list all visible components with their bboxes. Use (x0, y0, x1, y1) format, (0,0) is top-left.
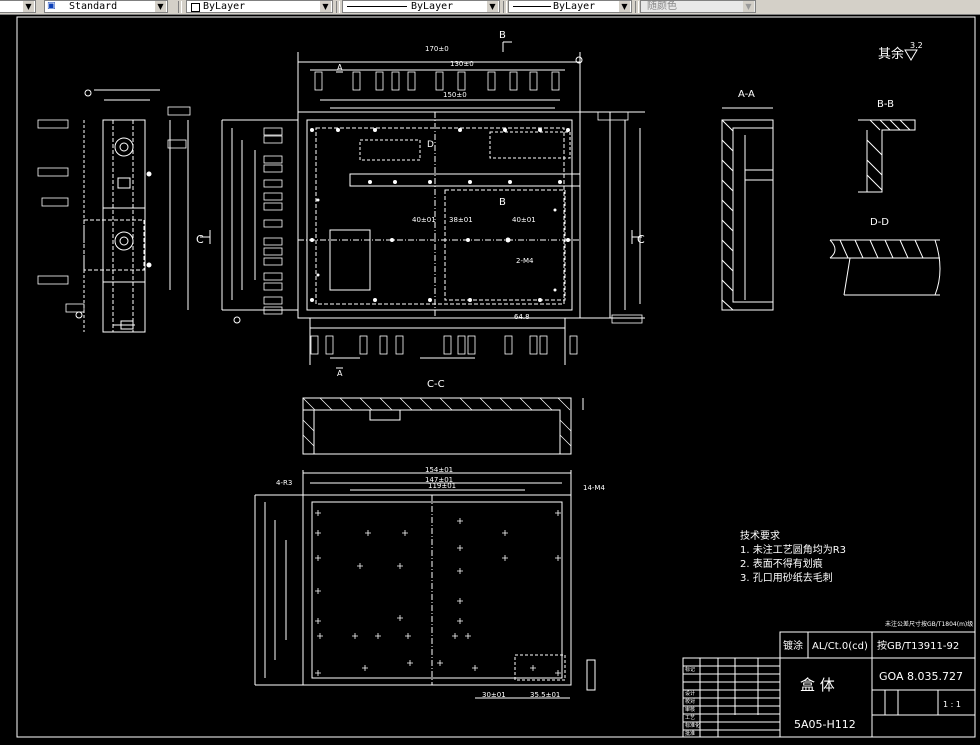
dim-label: 14-M4 (583, 484, 605, 492)
plot-style-select[interactable]: 随颜色 ▼ (640, 0, 756, 13)
chevron-down-icon: ▼ (743, 1, 754, 12)
standard-value: 按GB/T13911-92 (877, 639, 959, 652)
title-row-label: 标记 (685, 666, 695, 673)
tech-req-item: 1. 未注工艺圆角均为R3 (740, 543, 846, 556)
main-front-view (221, 52, 645, 365)
dim-label: 64.8 (514, 313, 530, 321)
scale-value: 1 : 1 (943, 700, 961, 709)
section-label-d-d: D-D (870, 217, 889, 228)
dim-label: 2-M4 (516, 257, 534, 265)
section-c-c (302, 397, 584, 455)
tech-req-item: 2. 表面不得有划痕 (740, 557, 823, 570)
section-marker-b-bottom: B (499, 197, 506, 208)
section-marker-a-bottom: A (337, 369, 343, 378)
toolbar-separator (336, 1, 340, 13)
dim-label: 150±0 (443, 91, 467, 99)
section-label-a-a: A-A (738, 89, 755, 100)
text-style-value: Standard (69, 1, 118, 12)
dim-label: 4-R3 (276, 479, 292, 487)
roughness-label: 其余 (878, 46, 904, 62)
section-marker-d: D (427, 140, 434, 150)
dim-label: 130±0 (450, 60, 474, 68)
drawing-canvas[interactable]: 其余 3.2 A-A B-B C-C D-D B B C C A A D 170… (15, 14, 980, 741)
linetype-value: ByLayer (411, 1, 454, 12)
chevron-down-icon: ▼ (23, 1, 34, 12)
linetype-select[interactable]: ByLayer ▼ (342, 0, 500, 13)
toolbar-separator (503, 1, 507, 13)
layer-select[interactable]: ByLayer ▼ (186, 0, 333, 13)
layer-value: ByLayer (203, 1, 246, 12)
title-row-label: 标准化 (685, 722, 700, 729)
dim-label: 154±01 (425, 466, 453, 474)
bottom-plan-view (254, 470, 596, 699)
text-style-icon: ▣ (47, 1, 56, 11)
section-label-b-b: B-B (877, 99, 894, 110)
drawing-number: GOA 8.035.727 (879, 670, 963, 683)
roughness-icon (904, 49, 918, 61)
section-marker-c-left: C (196, 233, 204, 246)
material-model: 5A05-H112 (794, 718, 856, 731)
left-side-view (75, 89, 189, 333)
dim-label: 119±01 (428, 482, 456, 490)
dim-label: 170±0 (425, 45, 449, 53)
section-marker-b-top: B (499, 30, 506, 41)
tolerance-frames-left (37, 106, 191, 313)
coating-label: 镀涂 (783, 639, 803, 652)
linetype-sample (347, 6, 407, 7)
lineweight-sample (513, 6, 551, 7)
text-style-select[interactable]: ▣ Standard ▼ (44, 0, 168, 13)
roughness-value: 3.2 (910, 41, 923, 50)
section-markers (200, 41, 642, 369)
title-row-label: 设计 (685, 690, 695, 697)
dim-label: 40±01 (512, 216, 536, 224)
cad-drawing: 其余 3.2 A-A B-B C-C D-D B B C C A A D 170… (16, 16, 976, 738)
chevron-down-icon: ▼ (320, 1, 331, 12)
lineweight-select[interactable]: ByLayer ▼ (508, 0, 632, 13)
plot-style-value: 随颜色 (647, 1, 677, 12)
section-marker-c-right: C (637, 233, 645, 246)
section-marker-a-top: A (337, 63, 343, 72)
lineweight-value: ByLayer (553, 1, 596, 12)
drawing-border (16, 16, 976, 738)
tolerance-note: 未注公差尺寸按GB/T1804(m)级 (885, 620, 973, 628)
main-view-top-dim-boxes (310, 71, 578, 355)
chevron-down-icon: ▼ (155, 1, 166, 12)
title-row-label: 审核 (685, 706, 695, 713)
tech-req-title: 技术要求 (740, 529, 780, 542)
plan-view-holes (315, 510, 561, 676)
dim-label: 30±01 (482, 691, 506, 699)
text-style-dropdown[interactable]: ▼ (0, 0, 36, 13)
properties-toolbar: ▼ ▣ Standard ▼ ByLayer ▼ ByLayer ▼ ByLay… (0, 0, 980, 15)
section-label-c-c: C-C (427, 379, 445, 390)
color-swatch-icon (191, 3, 200, 12)
dim-label: 35.5±01 (530, 691, 560, 699)
section-b-b (858, 119, 916, 193)
toolbar-separator (635, 1, 639, 13)
chevron-down-icon: ▼ (487, 1, 498, 12)
toolbar-separator (178, 1, 182, 13)
title-row-label: 批准 (685, 730, 695, 737)
section-d-d (829, 239, 941, 296)
tech-req-item: 3. 孔口用砂纸去毛刺 (740, 571, 833, 584)
title-row-label: 工艺 (685, 715, 695, 721)
title-row-label: 校对 (685, 698, 695, 705)
main-view-holes (310, 128, 570, 302)
dim-label: 38±01 (449, 216, 473, 224)
chevron-down-icon: ▼ (619, 1, 630, 12)
part-name: 盒 体 (800, 676, 835, 694)
dim-label: 40±01 (412, 216, 436, 224)
section-a-a (721, 107, 774, 311)
coating-value: AL/Ct.0(cd) (812, 641, 868, 652)
